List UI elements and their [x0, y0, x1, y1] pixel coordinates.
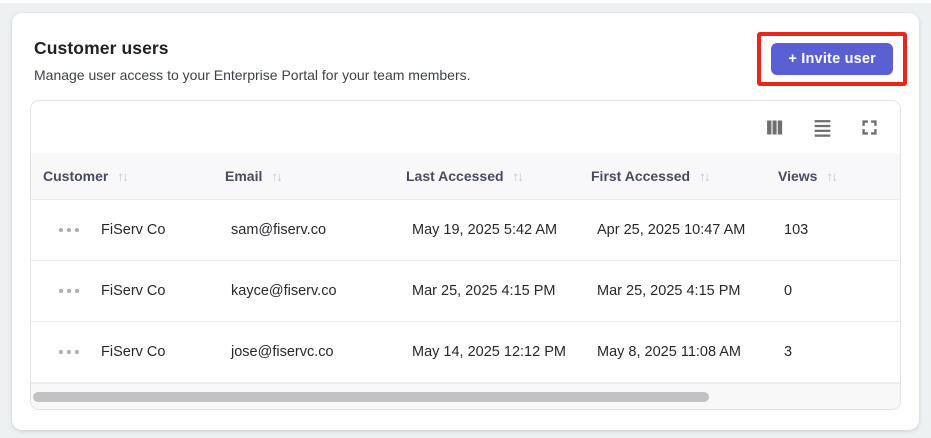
table-row: FiServ Co sam@fiserv.co May 19, 2025 5:4… — [31, 199, 900, 261]
last-accessed-cell: Mar 25, 2025 4:15 PM — [404, 260, 589, 322]
customer-name: FiServ Co — [101, 282, 166, 299]
email-cell: jose@fiservc.co — [223, 321, 404, 383]
views-cell: 0 — [776, 260, 900, 322]
table-row: FiServ Co kayce@fiserv.co Mar 25, 2025 4… — [31, 260, 900, 322]
sort-icon[interactable]: ↑↓ — [826, 169, 837, 184]
views-cell: 3 — [776, 321, 900, 383]
toggle-fullscreen-button[interactable] — [858, 116, 881, 139]
horizontal-scrollbar-track[interactable] — [31, 382, 900, 409]
row-actions-button[interactable] — [58, 348, 80, 356]
table-row: FiServ Co jose@fiservc.co May 14, 2025 1… — [31, 321, 900, 383]
sort-icon[interactable]: ↑↓ — [117, 169, 128, 184]
more-horizontal-icon — [59, 288, 79, 293]
card-header: Customer users Manage user access to you… — [12, 13, 919, 86]
customer-name: FiServ Co — [101, 221, 166, 238]
last-accessed-cell: May 14, 2025 12:12 PM — [404, 321, 589, 383]
customer-cell: FiServ Co — [31, 260, 223, 322]
first-accessed-cell: Mar 25, 2025 4:15 PM — [589, 260, 776, 322]
column-header-views[interactable]: Views ↑↓ — [776, 153, 900, 200]
invite-user-button[interactable]: + Invite user — [771, 43, 893, 75]
column-header-last-accessed[interactable]: Last Accessed ↑↓ — [404, 153, 589, 200]
annotation-highlight: + Invite user — [757, 32, 907, 86]
email-cell: kayce@fiserv.co — [223, 260, 404, 322]
customer-name: FiServ Co — [101, 343, 166, 360]
density-lines-icon — [814, 119, 831, 137]
sort-icon[interactable]: ↑↓ — [513, 169, 524, 184]
row-actions-button[interactable] — [58, 287, 80, 295]
page-top-strip — [0, 0, 931, 3]
row-actions-button[interactable] — [58, 226, 80, 234]
more-horizontal-icon — [59, 349, 79, 354]
column-header-customer[interactable]: Customer ↑↓ — [31, 153, 223, 200]
toggle-density-button[interactable] — [810, 115, 835, 140]
horizontal-scrollbar-thumb[interactable] — [33, 391, 709, 402]
columns-icon — [767, 120, 783, 134]
customer-users-table: Customer ↑↓ Email ↑↓ Last Accessed ↑↓ First… — [31, 153, 900, 383]
table-header-row: Customer ↑↓ Email ↑↓ Last Accessed ↑↓ First… — [31, 153, 900, 200]
column-label: Views — [778, 167, 818, 184]
fullscreen-icon — [862, 119, 877, 135]
column-label: First Accessed — [591, 167, 691, 184]
customer-cell: FiServ Co — [31, 321, 223, 383]
first-accessed-cell: May 8, 2025 11:08 AM — [589, 321, 776, 383]
last-accessed-cell: May 19, 2025 5:42 AM — [404, 199, 589, 261]
customer-users-card: Customer users Manage user access to you… — [12, 13, 919, 430]
column-header-first-accessed[interactable]: First Accessed ↑↓ — [589, 153, 776, 200]
first-accessed-cell: Apr 25, 2025 10:47 AM — [589, 199, 776, 261]
customer-cell: FiServ Co — [31, 199, 223, 261]
users-table-container: Customer ↑↓ Email ↑↓ Last Accessed ↑↓ First… — [30, 100, 901, 410]
column-label: Customer — [43, 167, 109, 184]
column-header-email[interactable]: Email ↑↓ — [223, 153, 404, 200]
table-toolbar — [31, 101, 900, 153]
sort-icon[interactable]: ↑↓ — [271, 169, 282, 184]
email-cell: sam@fiserv.co — [223, 199, 404, 261]
more-horizontal-icon — [59, 227, 79, 232]
column-label: Last Accessed — [406, 167, 504, 184]
show-hide-columns-button[interactable] — [762, 115, 787, 140]
views-cell: 103 — [776, 199, 900, 261]
sort-icon[interactable]: ↑↓ — [699, 169, 710, 184]
column-label: Email — [225, 167, 263, 184]
